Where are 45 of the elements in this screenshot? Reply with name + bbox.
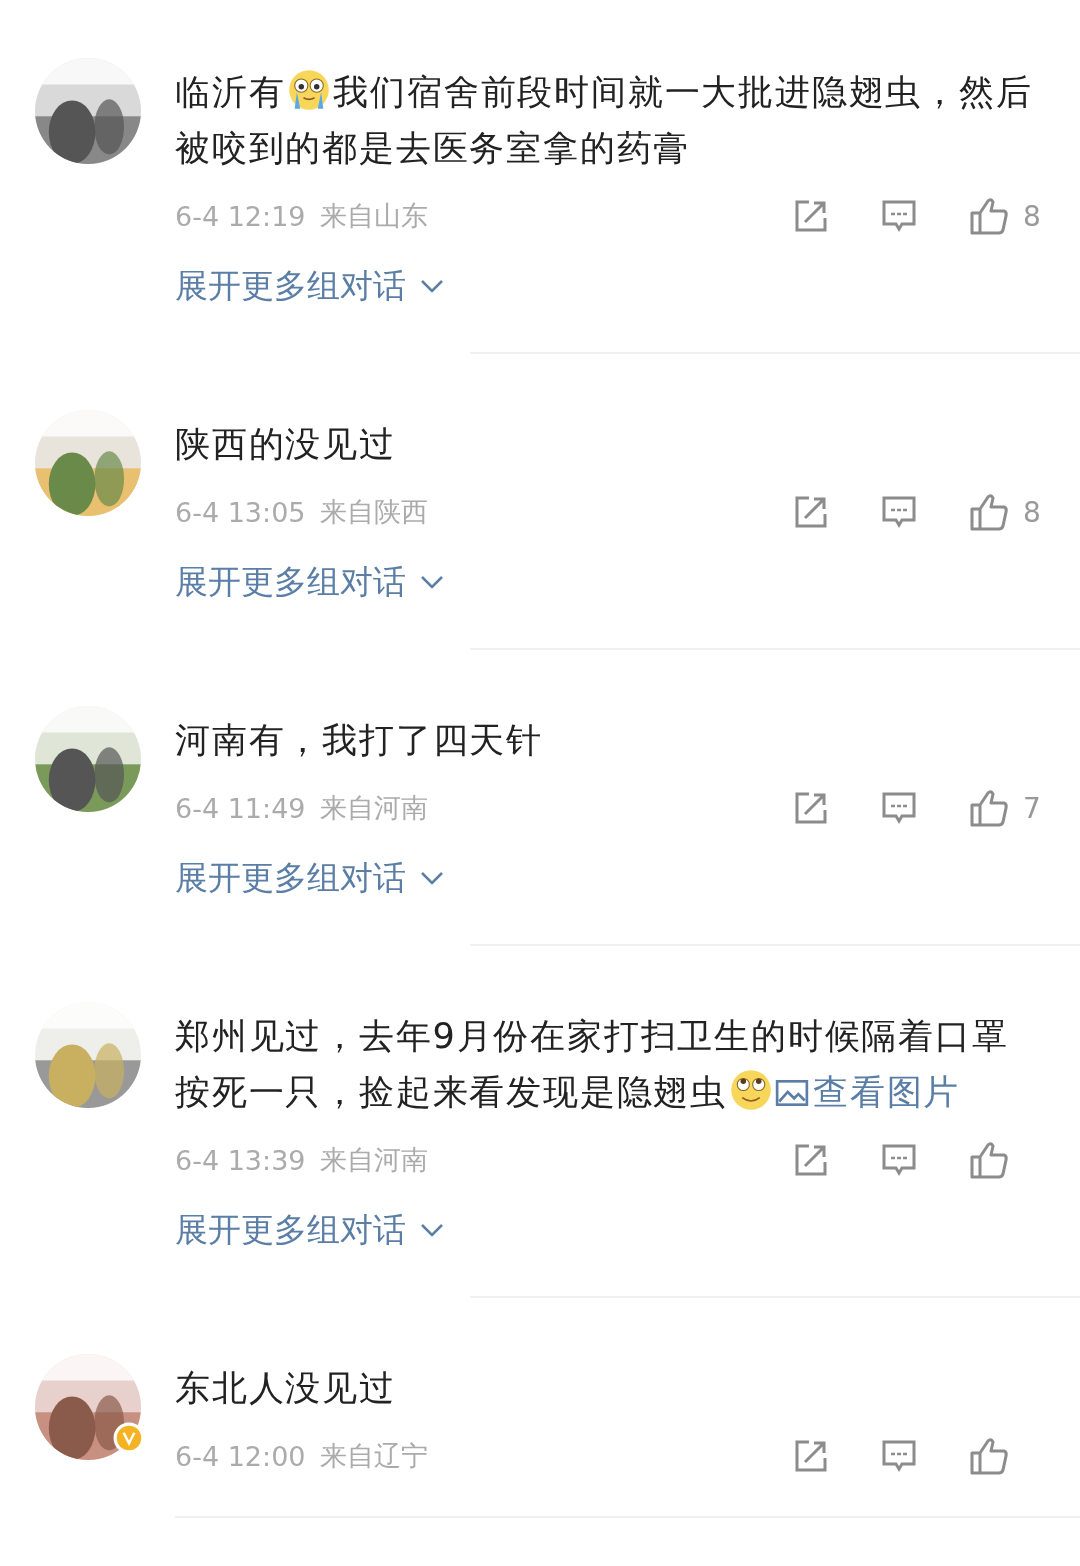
comment-text: 河南有，我打了四天针 — [175, 719, 544, 762]
crying-emoji-icon — [287, 68, 332, 112]
expand-replies-link[interactable]: 展开更多组对话 — [175, 858, 444, 898]
share-icon[interactable] — [793, 494, 829, 530]
expand-replies-link[interactable]: 展开更多组对话 — [175, 562, 444, 602]
like-count: 8 — [1023, 495, 1041, 529]
comment-icon[interactable] — [881, 790, 917, 826]
image-icon — [775, 1078, 809, 1108]
thumbs-up-icon[interactable] — [969, 1437, 1009, 1475]
comment-location: 来自河南 — [319, 1143, 428, 1177]
expand-replies-link[interactable]: 展开更多组对话 — [175, 1210, 444, 1250]
view-image-link[interactable]: 查看图片 — [775, 1072, 961, 1112]
comment-time: 6-4 12:19 — [175, 200, 306, 232]
comment-location: 来自辽宁 — [319, 1439, 428, 1473]
comment-text: 临沂有 我们宿舍前段时间就一大批进隐翅虫，然后被咬到的都是去医务室拿的药膏 — [175, 64, 1045, 176]
comment-location: 来自山东 — [319, 199, 428, 233]
thumbs-up-icon[interactable] — [969, 789, 1009, 827]
comment-text: 郑州见过，去年9月份在家打扫卫生的时候隔着口罩按死一只，捡起来看发现是隐翅虫 查看图片 — [175, 1015, 1010, 1114]
comment-time: 6-4 12:00 — [175, 1440, 306, 1472]
comment-icon[interactable] — [881, 198, 917, 234]
comment-text: 东北人没见过 — [175, 1367, 397, 1410]
comment-icon[interactable] — [881, 494, 917, 530]
like-count: 7 — [1023, 791, 1041, 825]
thumbs-up-icon[interactable] — [969, 493, 1009, 531]
comment-time: 6-4 13:39 — [175, 1144, 306, 1176]
comment-location: 来自河南 — [319, 791, 428, 825]
share-icon[interactable] — [793, 790, 829, 826]
share-icon[interactable] — [793, 1438, 829, 1474]
comment-time: 6-4 13:05 — [175, 496, 306, 528]
like-count: 8 — [1023, 199, 1041, 233]
comment-icon[interactable] — [881, 1438, 917, 1474]
eyeroll-emoji-icon — [729, 1068, 773, 1112]
chevron-down-icon — [420, 575, 444, 589]
comment-icon[interactable] — [881, 1142, 917, 1178]
chevron-down-icon — [420, 871, 444, 885]
comment-time: 6-4 11:49 — [175, 792, 306, 824]
expand-replies-link[interactable]: 展开更多组对话 — [175, 266, 444, 306]
chevron-down-icon — [420, 1223, 444, 1237]
comment-text: 陕西的没见过 — [175, 423, 397, 466]
chevron-down-icon — [420, 279, 444, 293]
comment-location: 来自陕西 — [319, 495, 428, 529]
thumbs-up-icon[interactable] — [969, 197, 1009, 235]
thumbs-up-icon[interactable] — [969, 1141, 1009, 1179]
share-icon[interactable] — [793, 198, 829, 234]
share-icon[interactable] — [793, 1142, 829, 1178]
